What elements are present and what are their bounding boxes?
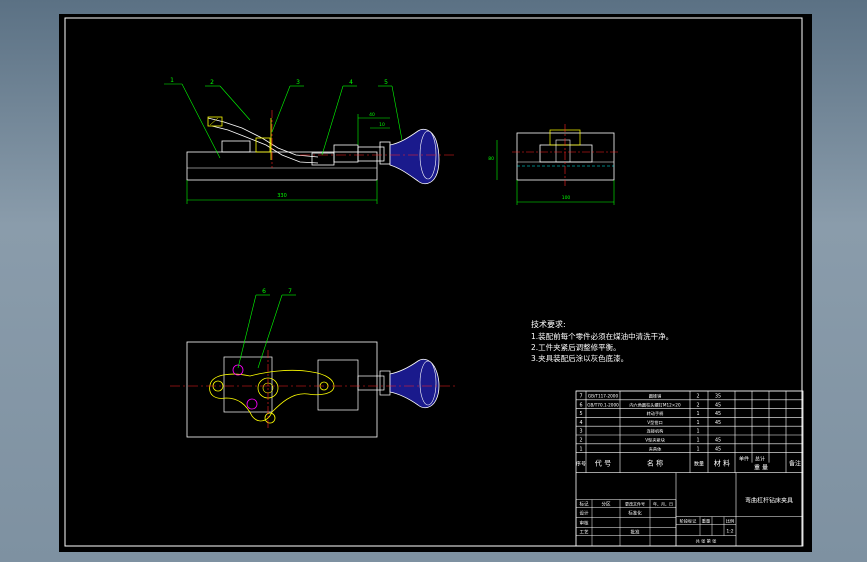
dim-side-height-text: 80 bbox=[488, 156, 494, 162]
bom-row-material: 45 bbox=[715, 446, 721, 452]
bom-header-material: 材 料 bbox=[714, 459, 730, 468]
bom-header-qty: 数量 bbox=[694, 461, 704, 468]
tb-sheets: 共 张 第 张 bbox=[696, 538, 718, 545]
bom-header-weight: 重 量 bbox=[754, 464, 768, 472]
bom-header-name: 名 称 bbox=[647, 459, 663, 468]
bom-row-no: 1 bbox=[579, 446, 582, 452]
svg-text:2: 2 bbox=[210, 79, 214, 86]
bom-row-name: 连接机构 bbox=[647, 428, 664, 435]
tb-date: 年、月、日 bbox=[653, 501, 673, 507]
svg-text:1: 1 bbox=[170, 77, 174, 84]
bom-row-material: 35 bbox=[715, 394, 721, 400]
bom-row-qty: 2 bbox=[696, 394, 699, 400]
bom-header-no: 序号 bbox=[576, 461, 586, 468]
bom-row-qty: 1 bbox=[696, 446, 699, 452]
tech-req-item-2: 2.工件夹紧后调整修平衡。 bbox=[531, 342, 621, 352]
bom-row-no: 3 bbox=[579, 429, 582, 435]
bom-row-no: 5 bbox=[579, 411, 582, 417]
tech-req-item-1: 1.装配前每个零件必须在煤油中清洗干净。 bbox=[531, 331, 673, 341]
dim-side-width-text: 100 bbox=[562, 195, 571, 201]
bom-row-qty: 2 bbox=[696, 402, 699, 408]
dim-text-front-length: 330 bbox=[277, 193, 287, 199]
svg-text:3: 3 bbox=[296, 79, 300, 86]
bom-header-weight-unit: 单件 bbox=[739, 456, 749, 463]
bom-row-material: 45 bbox=[715, 402, 721, 408]
tb-weight: 重量 bbox=[702, 518, 710, 525]
bom-row-material: 45 bbox=[715, 438, 721, 444]
tb-mark: 标记 bbox=[580, 501, 589, 508]
drawing-canvas[interactable]: 330 40 10 1 2 3 4 5 80 100 6 7 技术要求: 1.装… bbox=[0, 0, 867, 562]
tb-design: 设计 bbox=[580, 510, 589, 517]
drawing-sheet bbox=[59, 14, 812, 552]
tb-process: 工艺 bbox=[580, 530, 589, 536]
handle-knob-top-cap bbox=[419, 360, 437, 406]
bom-row-qty: 1 bbox=[696, 438, 699, 444]
tb-zone: 分区 bbox=[602, 501, 611, 508]
tech-req-item-3: 3.夹具装配后涂以灰色底漆。 bbox=[531, 353, 628, 363]
bom-header-code: 代 号 bbox=[595, 459, 611, 468]
tech-req-title: 技术要求: bbox=[531, 319, 566, 329]
tb-approve: 批准 bbox=[631, 529, 640, 536]
bom-row-no: 6 bbox=[579, 402, 582, 408]
tb-drawing-title: 弯曲杠杆钻床夹具 bbox=[745, 497, 793, 505]
bom-header-remark: 备注 bbox=[789, 460, 801, 468]
tb-scale: 比例 bbox=[726, 518, 734, 525]
bom-row-name: 夹具体 bbox=[649, 445, 662, 452]
bom-row-qty: 1 bbox=[696, 411, 699, 417]
tb-scale-value: 1:2 bbox=[726, 529, 733, 535]
bom-row-name: 圆锥销 bbox=[649, 393, 662, 400]
bom-header-weight-total: 总计 bbox=[755, 456, 765, 463]
bom-row-code: GB/T70.1-2000 bbox=[587, 402, 619, 407]
bom-row-name: V型夹紧块 bbox=[645, 437, 665, 444]
tb-standardize: 标准化 bbox=[628, 510, 642, 517]
bom-row-qty: 1 bbox=[696, 420, 699, 426]
svg-text:5: 5 bbox=[384, 79, 388, 86]
bom-row-name: 内六角圆柱头螺钉M12×20 bbox=[629, 401, 681, 408]
dim-text-small-2: 10 bbox=[379, 122, 385, 128]
svg-text:6: 6 bbox=[262, 288, 266, 295]
svg-text:4: 4 bbox=[349, 79, 353, 86]
bom-row-no: 7 bbox=[579, 394, 582, 400]
cad-viewport: 330 40 10 1 2 3 4 5 80 100 6 7 技术要求: 1.装… bbox=[0, 0, 867, 562]
bom-row-qty: 1 bbox=[696, 429, 699, 435]
dim-text-small-1: 40 bbox=[369, 112, 375, 118]
bom-row-material: 45 bbox=[715, 411, 721, 417]
bom-row-no: 2 bbox=[579, 438, 582, 444]
bom-row-name: V型钳口 bbox=[647, 419, 662, 426]
tb-change-doc: 更改文件号 bbox=[625, 501, 645, 507]
bom-row-code: GB/T117-2000 bbox=[588, 394, 619, 399]
bom-row-material: 45 bbox=[715, 420, 721, 426]
svg-text:7: 7 bbox=[288, 288, 292, 295]
bom-row-name: 转动手柄 bbox=[647, 410, 664, 417]
tb-review: 审核 bbox=[580, 520, 589, 527]
bom-row-no: 4 bbox=[579, 420, 582, 426]
tb-stage-mark: 阶段标记 bbox=[680, 518, 698, 525]
